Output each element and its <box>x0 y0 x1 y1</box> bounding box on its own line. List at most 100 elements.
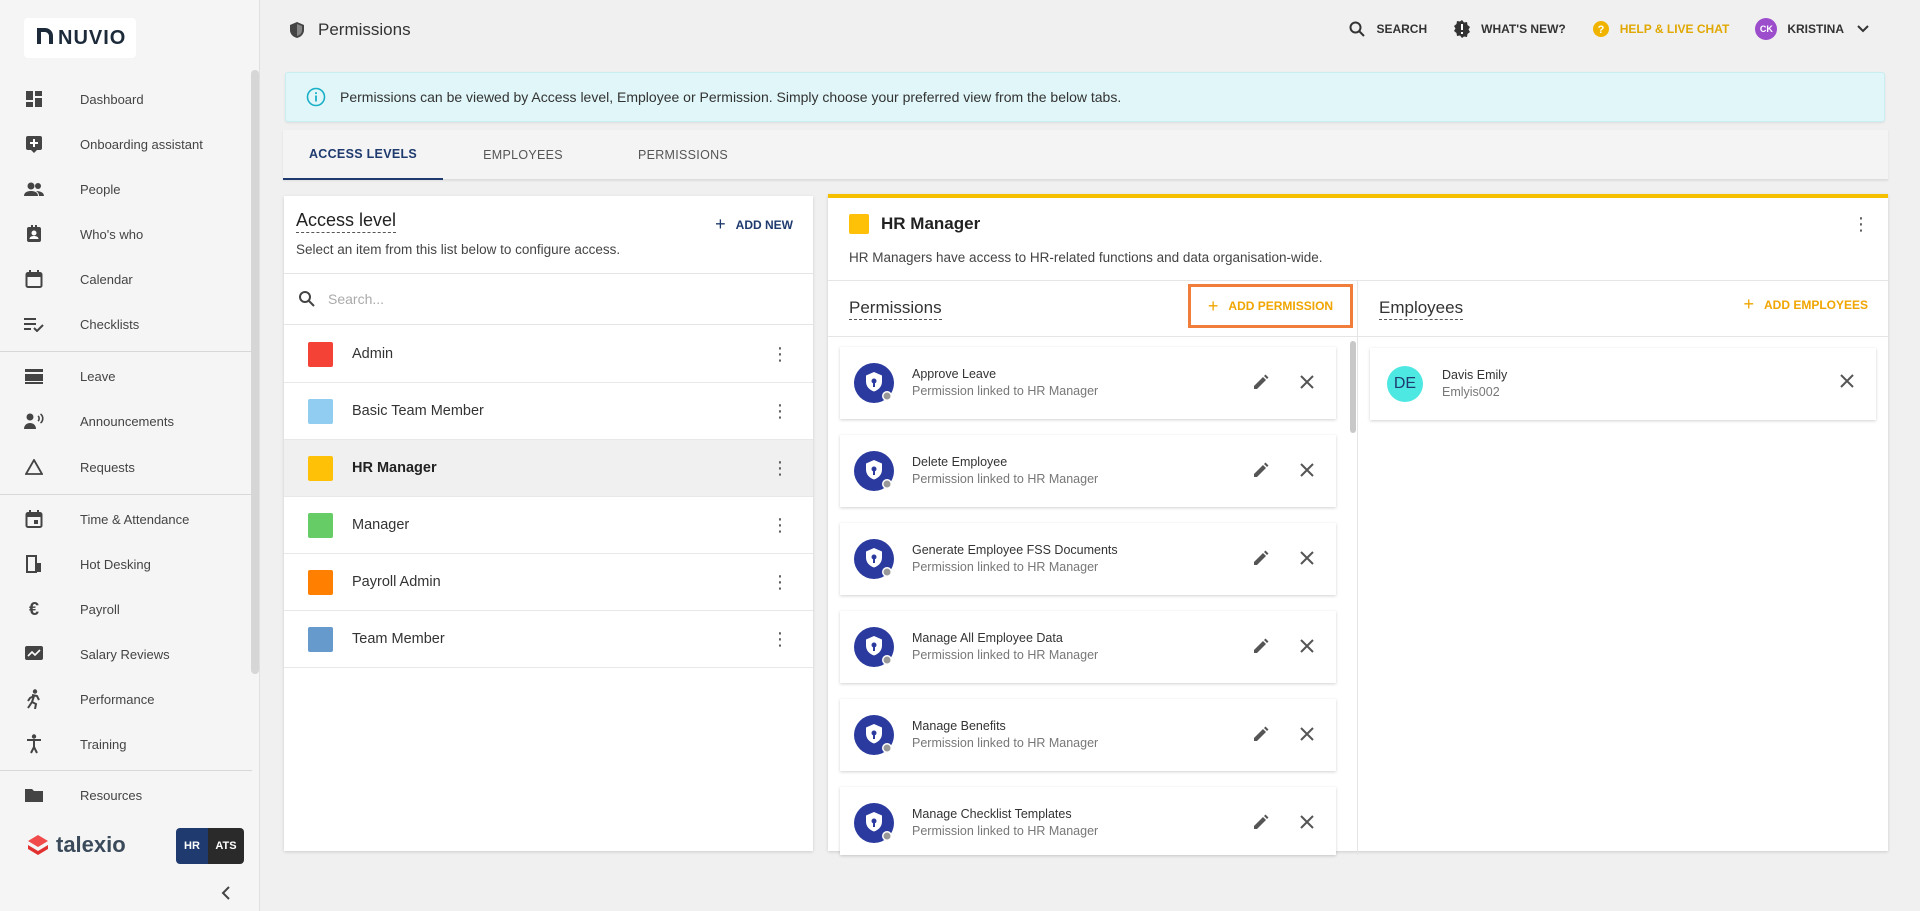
sidebar-item-people[interactable]: People <box>0 171 250 207</box>
access-level-item-hr-manager[interactable]: HR Manager ⋮ <box>284 440 813 497</box>
sidebar-item-label: Salary Reviews <box>80 646 170 662</box>
sidebar-item-label: Announcements <box>80 413 174 429</box>
help-label: HELP & LIVE CHAT <box>1619 22 1730 36</box>
access-level-name: Team Member <box>352 631 445 647</box>
leave-icon <box>24 366 44 386</box>
performance-icon <box>24 689 44 709</box>
add-new-button[interactable]: + ADD NEW <box>715 214 793 235</box>
permissions-scrollbar[interactable] <box>1350 341 1356 433</box>
user-menu[interactable]: CK KRISTINA <box>1755 18 1872 40</box>
access-level-item-payroll-admin[interactable]: Payroll Admin ⋮ <box>284 554 813 611</box>
tab-access-levels[interactable]: ACCESS LEVELS <box>283 130 443 180</box>
employees-section-title: Employees <box>1379 298 1464 320</box>
switch-hr-button[interactable]: HR <box>176 828 208 864</box>
sidebar-item-requests[interactable]: Requests <box>0 449 250 485</box>
top-links: SEARCH WHAT'S NEW? ? HELP & LIVE CHAT CK… <box>1322 18 1872 40</box>
add-permission-button[interactable]: + ADD PERMISSION <box>1188 284 1353 328</box>
permission-name: Approve Leave <box>912 367 997 381</box>
sidebar-item-checklists[interactable]: Checklists <box>0 306 250 342</box>
help-live-chat-link[interactable]: ? HELP & LIVE CHAT <box>1592 20 1730 38</box>
edit-icon[interactable] <box>1252 549 1270 567</box>
view-tabs: ACCESS LEVELS EMPLOYEES PERMISSIONS <box>283 130 1888 180</box>
access-level-item-basic-team-member[interactable]: Basic Team Member ⋮ <box>284 383 813 440</box>
info-banner-text: Permissions can be viewed by Access leve… <box>340 89 1122 105</box>
close-icon[interactable] <box>1298 637 1316 655</box>
time-attendance-icon <box>24 509 44 529</box>
sidebar-item-resources[interactable]: Resources <box>0 777 250 813</box>
detail-title: HR Manager <box>881 214 981 233</box>
whats-new-link[interactable]: WHAT'S NEW? <box>1453 20 1566 38</box>
close-icon[interactable] <box>1838 372 1856 390</box>
close-icon[interactable] <box>1298 461 1316 479</box>
access-level-item-manager[interactable]: Manager ⋮ <box>284 497 813 554</box>
access-level-name: Manager <box>352 517 410 533</box>
sidebar-scrollbar[interactable] <box>251 70 259 674</box>
close-icon[interactable] <box>1298 725 1316 743</box>
permission-sub: Permission linked to HR Manager <box>912 736 1099 750</box>
permission-shield-icon <box>854 627 894 667</box>
permission-sub: Permission linked to HR Manager <box>912 560 1099 574</box>
tab-permissions[interactable]: PERMISSIONS <box>603 130 763 180</box>
more-vert-icon[interactable]: ⋮ <box>771 459 789 477</box>
close-icon[interactable] <box>1298 813 1316 831</box>
permissions-section-title: Permissions <box>849 298 942 320</box>
sidebar-item-performance[interactable]: Performance <box>0 681 250 717</box>
contact-card-icon <box>24 224 44 244</box>
sidebar-item-whos-who[interactable]: Who's who <box>0 216 250 252</box>
user-name: KRISTINA <box>1787 22 1844 36</box>
permission-name: Manage All Employee Data <box>912 631 1063 645</box>
sidebar-item-dashboard[interactable]: Dashboard <box>0 81 250 117</box>
close-icon[interactable] <box>1298 549 1316 567</box>
sidebar-item-announcements[interactable]: Announcements <box>0 403 250 439</box>
sidebar-item-label: Leave <box>80 368 116 384</box>
more-vert-icon[interactable]: ⋮ <box>771 573 789 591</box>
more-vert-icon[interactable]: ⋮ <box>1852 214 1870 235</box>
plus-icon: + <box>715 214 726 234</box>
sidebar-item-label: Payroll <box>80 601 120 617</box>
access-level-name: Payroll Admin <box>352 574 441 590</box>
permission-shield-icon <box>854 539 894 579</box>
hot-desking-icon <box>24 554 44 574</box>
sidebar-item-time-attendance[interactable]: Time & Attendance <box>0 501 250 537</box>
sidebar-item-salary-reviews[interactable]: Salary Reviews <box>0 636 250 672</box>
employee-avatar: DE <box>1387 366 1423 402</box>
user-avatar: CK <box>1755 18 1778 40</box>
edit-icon[interactable] <box>1252 725 1270 743</box>
sidebar-item-payroll[interactable]: € Payroll <box>0 591 250 627</box>
edit-icon[interactable] <box>1252 813 1270 831</box>
checklist-icon <box>24 314 44 334</box>
more-vert-icon[interactable]: ⋮ <box>771 630 789 648</box>
talexio-logo-icon <box>28 835 48 855</box>
edit-icon[interactable] <box>1252 461 1270 479</box>
euro-icon: € <box>28 598 39 619</box>
info-banner: Permissions can be viewed by Access leve… <box>285 72 1885 122</box>
sidebar-item-leave[interactable]: Leave <box>0 358 250 394</box>
switch-ats-button[interactable]: ATS <box>208 828 244 864</box>
talexio-name: talexio <box>56 832 126 857</box>
chevron-down-icon <box>1854 20 1872 38</box>
close-icon[interactable] <box>1298 373 1316 391</box>
access-level-item-team-member[interactable]: Team Member ⋮ <box>284 611 813 668</box>
onboarding-icon <box>24 134 44 154</box>
search-input[interactable] <box>328 291 768 307</box>
sidebar-item-onboarding[interactable]: Onboarding assistant <box>0 126 250 162</box>
training-icon <box>24 734 44 754</box>
more-vert-icon[interactable]: ⋮ <box>771 402 789 420</box>
sidebar-item-calendar[interactable]: Calendar <box>0 261 250 297</box>
sidebar-item-hot-desking[interactable]: Hot Desking <box>0 546 250 582</box>
add-employees-button[interactable]: + ADD EMPLOYEES <box>1743 294 1868 315</box>
access-level-item-admin[interactable]: Admin ⋮ <box>284 326 813 383</box>
collapse-sidebar-icon[interactable] <box>220 884 232 905</box>
edit-icon[interactable] <box>1252 373 1270 391</box>
more-vert-icon[interactable]: ⋮ <box>771 345 789 363</box>
tab-employees[interactable]: EMPLOYEES <box>443 130 603 180</box>
sidebar-item-training[interactable]: Training <box>0 726 250 762</box>
permission-card: Approve Leave Permission linked to HR Ma… <box>840 347 1336 419</box>
search-link[interactable]: SEARCH <box>1348 20 1427 38</box>
edit-icon[interactable] <box>1252 637 1270 655</box>
more-vert-icon[interactable]: ⋮ <box>771 516 789 534</box>
new-badge-icon <box>1453 20 1471 38</box>
column-divider <box>1357 280 1358 855</box>
brand-logo[interactable]: NUVIO <box>24 18 137 58</box>
info-icon <box>306 87 326 107</box>
